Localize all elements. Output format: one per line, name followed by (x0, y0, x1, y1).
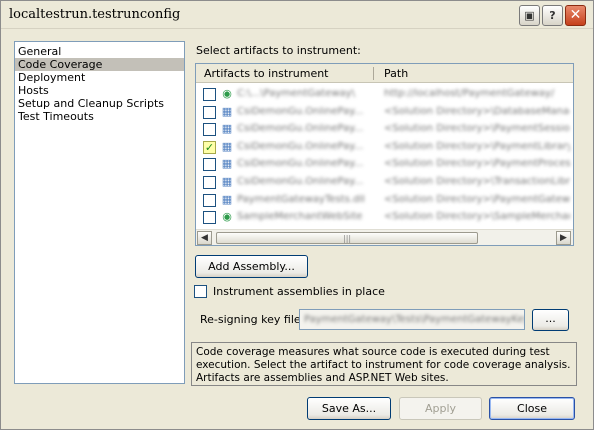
artifact-path: <Solution Directory>\PaymentSessionV... (384, 124, 570, 135)
scroll-left-button[interactable]: ◀ (197, 231, 212, 245)
instrument-in-place-label: Instrument assemblies in place (213, 285, 385, 298)
artifact-name: PaymentGatewayTests.dll (237, 194, 365, 205)
web-icon: ◉ (222, 210, 232, 224)
table-row[interactable]: ✓ ◉ C:\...\PaymentGateway\ http://localhost… (196, 85, 573, 102)
table-row[interactable]: ✓ ▦ CsiDemonGu.OnlinePay... <Solution Direc… (196, 103, 573, 120)
artifact-path: <Solution Directory>\SampleMerchantWe... (384, 212, 570, 223)
artifact-name: SampleMerchantWebSite (237, 212, 363, 223)
resign-key-label: Re-signing key file: (200, 313, 305, 326)
artifact-path: http://localhost/PaymentGateway/ (384, 89, 555, 99)
artifact-path: <Solution Directory>\DatabaseManager... (384, 106, 570, 117)
nav-item-general[interactable]: General (15, 45, 184, 58)
dialog-window: localtestrun.testrunconfig ▣ ? ✕ General… (0, 0, 594, 430)
artifact-name: CsiDemonGu.OnlinePay... (237, 159, 364, 170)
apply-button[interactable]: Apply (399, 397, 482, 420)
table-row[interactable]: ✓ ▦ CsiDemonGu.OnlinePay... <Solution Direc… (196, 138, 573, 155)
description-box: Code coverage measures what source code … (191, 342, 577, 386)
row-checkbox[interactable]: ✓ (203, 140, 216, 154)
scroll-thumb[interactable]: ||| (216, 232, 478, 244)
assembly-icon: ▦ (221, 175, 233, 188)
instrument-in-place-checkbox[interactable] (194, 285, 207, 298)
browse-key-file-button[interactable]: ... (532, 309, 569, 331)
nav-item-test-timeouts[interactable]: Test Timeouts (15, 110, 184, 123)
assembly-icon: ▦ (221, 104, 233, 118)
resign-key-file-value: PaymentGateway\Tests\PaymentGatewayKey (304, 315, 525, 325)
window-menu-icon: ▣ (524, 9, 535, 22)
artifact-path: <Solution Directory>\PaymentGateway... (384, 194, 570, 205)
table-row[interactable]: ✓ ▦ CsiDemonGu.OnlinePay... <Solution Direc… (196, 155, 573, 172)
artifact-name: CsiDemonGu.OnlinePay... (237, 141, 364, 152)
artifact-name: CsiDemonGu.OnlinePay... (237, 177, 364, 187)
column-separator[interactable] (373, 67, 374, 80)
table-row[interactable]: ✓ ▦ PaymentGatewayTests.dll <Solution Direc… (196, 191, 573, 208)
description-text: Code coverage measures what source code … (196, 346, 571, 384)
assembly-icon: ▦ (221, 139, 233, 153)
artifacts-grid[interactable]: Artifacts to instrument Path ✓ ◉ C:\...\Pa… (195, 63, 574, 246)
column-header-artifacts[interactable]: Artifacts to instrument (204, 67, 329, 80)
nav-item-setup-cleanup-scripts[interactable]: Setup and Cleanup Scripts (15, 97, 184, 110)
resign-key-file-field[interactable]: PaymentGateway\Tests\PaymentGatewayKey (299, 309, 525, 330)
row-checkbox[interactable]: ✓ (203, 88, 216, 101)
checkmark-icon: ✓ (204, 140, 215, 154)
assembly-icon: ▦ (221, 122, 233, 136)
row-checkbox[interactable]: ✓ (203, 193, 216, 207)
scroll-right-button[interactable]: ▶ (556, 231, 571, 245)
add-assembly-button[interactable]: Add Assembly... (195, 255, 308, 278)
nav-item-hosts[interactable]: Hosts (15, 84, 184, 97)
artifact-name: CsiDemonGu.OnlinePay... (237, 106, 364, 117)
row-checkbox[interactable]: ✓ (203, 158, 216, 172)
table-row[interactable]: ✓ ◉ SampleMerchantWebSite <Solution Directo… (196, 208, 573, 225)
grid-header: Artifacts to instrument Path (196, 64, 573, 83)
column-header-path[interactable]: Path (384, 67, 408, 80)
table-row[interactable]: ✓ ▦ CsiDemonGu.OnlinePay... <Solution Direc… (196, 173, 573, 190)
web-icon: ◉ (222, 87, 232, 100)
artifact-name: CsiDemonGu.OnlinePay... (237, 124, 364, 135)
help-button[interactable]: ? (542, 5, 563, 26)
assembly-icon: ▦ (221, 157, 233, 171)
row-checkbox[interactable]: ✓ (203, 105, 216, 119)
table-row[interactable]: ✓ ▦ CsiDemonGu.OnlinePay... <Solution Direc… (196, 120, 573, 137)
close-button[interactable]: Close (489, 397, 575, 420)
row-checkbox[interactable]: ✓ (203, 123, 216, 137)
save-as-button[interactable]: Save As... (307, 397, 391, 420)
settings-category-list[interactable]: General Code Coverage Deployment Hosts S… (14, 41, 185, 384)
nav-item-deployment[interactable]: Deployment (15, 71, 184, 84)
artifact-path: <Solution Directory>\PaymentLibrarySo... (384, 141, 570, 152)
horizontal-scrollbar[interactable]: ◀ ||| ▶ (196, 229, 573, 245)
row-checkbox[interactable]: ✓ (203, 211, 216, 225)
close-window-button[interactable]: ✕ (565, 5, 586, 26)
assembly-icon: ▦ (221, 192, 233, 206)
title-bar[interactable]: localtestrun.testrunconfig ▣ ? ✕ (1, 1, 593, 29)
artifact-path: <Solution Directory>\TransactionLibrary.… (384, 177, 570, 187)
row-checkbox[interactable]: ✓ (203, 176, 216, 189)
nav-item-code-coverage[interactable]: Code Coverage (15, 58, 184, 71)
window-menu-button[interactable]: ▣ (519, 5, 540, 26)
window-title: localtestrun.testrunconfig (9, 7, 181, 22)
artifact-name: C:\...\PaymentGateway\ (237, 89, 355, 99)
artifact-path: <Solution Directory>\PaymentProcessor... (384, 159, 570, 170)
artifacts-section-label: Select artifacts to instrument: (196, 44, 361, 57)
scroll-grip-icon: ||| (343, 234, 352, 243)
